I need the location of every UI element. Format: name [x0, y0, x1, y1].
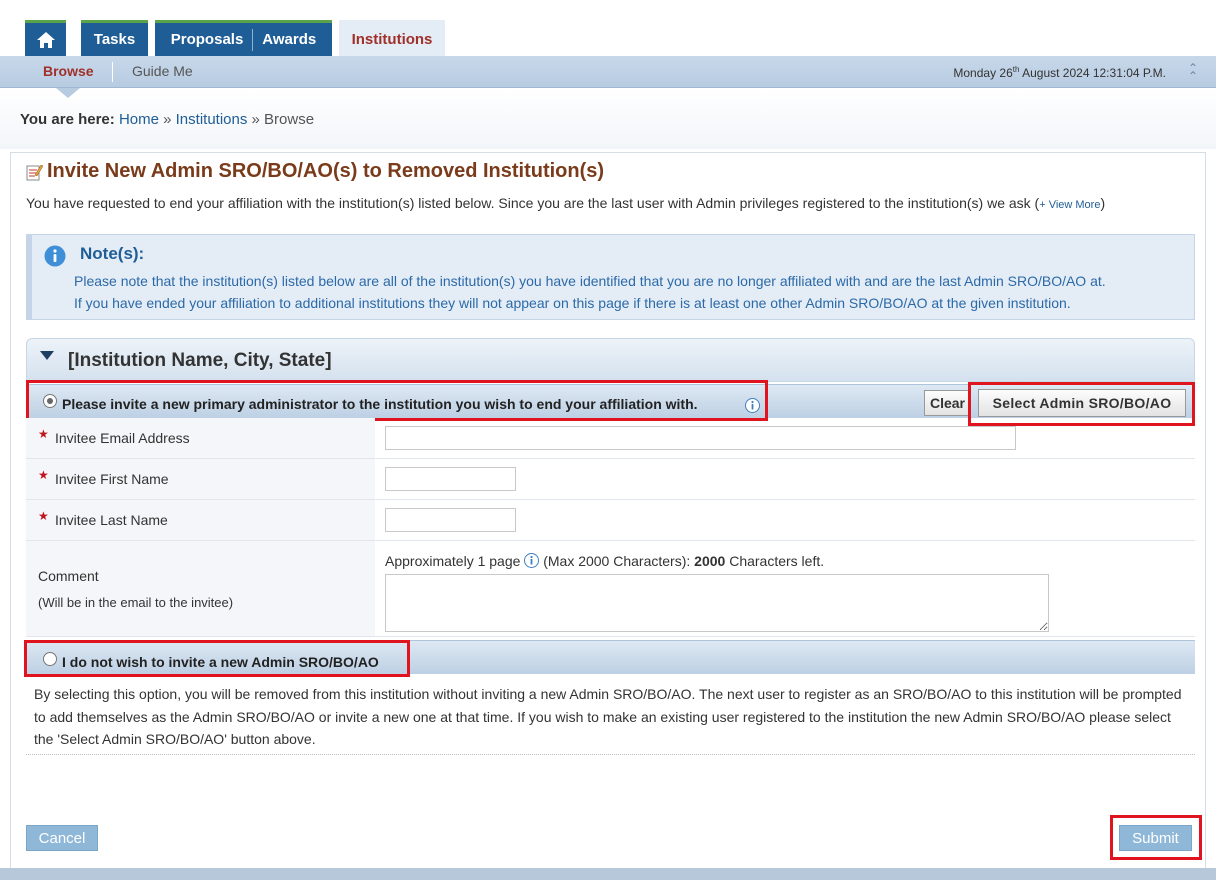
page-title: Invite New Admin SRO/BO/AO(s) to Removed…: [26, 160, 604, 183]
first-name-field[interactable]: [385, 467, 516, 491]
highlight-box: [1110, 815, 1202, 860]
tab-proposals[interactable]: Proposals: [171, 31, 244, 48]
required-star-icon: ★: [38, 468, 49, 482]
highlight-box: [24, 640, 410, 677]
tab-awards[interactable]: Awards: [262, 31, 316, 48]
page-footer-band: [0, 868, 1216, 880]
email-field[interactable]: [385, 426, 1016, 450]
cancel-button[interactable]: Cancel: [26, 825, 98, 851]
last-name-label: Invitee Last Name: [55, 512, 168, 528]
comment-sublabel: (Will be in the email to the invitee): [38, 595, 234, 610]
required-star-icon: ★: [38, 427, 49, 441]
page-title-text: Invite New Admin SRO/BO/AO(s) to Removed…: [47, 160, 605, 182]
note-line-1: Please note that the institution(s) list…: [74, 273, 1106, 289]
home-tab[interactable]: [25, 20, 66, 56]
view-more-link[interactable]: + View More: [1039, 199, 1100, 211]
breadcrumb-home[interactable]: Home: [119, 111, 159, 128]
info-icon[interactable]: [524, 553, 540, 568]
subtab-guide-me[interactable]: Guide Me: [132, 63, 193, 79]
edit-document-icon: [26, 164, 43, 180]
info-icon: [44, 245, 66, 267]
collapse-up-icon[interactable]: ⌃ ⌃: [1186, 62, 1200, 82]
comment-hint-max: (Max 2000 Characters):: [539, 553, 695, 569]
note-line-2: If you have ended your affiliation to ad…: [74, 295, 1071, 311]
tab-divider: [252, 28, 254, 51]
required-star-icon: ★: [38, 509, 49, 523]
tab-proposals-awards: Proposals Awards: [155, 20, 332, 56]
breadcrumb-separator: »: [163, 111, 172, 128]
comment-hint-prefix: Approximately 1 page: [385, 553, 525, 569]
breadcrumb-prefix: You are here:: [20, 111, 115, 128]
intro-close: ): [1100, 195, 1106, 211]
clear-button[interactable]: Clear: [924, 390, 971, 416]
breadcrumb-browse: Browse: [264, 111, 315, 128]
current-datetime: Monday 26th August 2024 12:31:04 P.M.: [953, 65, 1166, 80]
label-cell: [26, 541, 375, 636]
institution-title: [Institution Name, City, State]: [68, 350, 332, 371]
breadcrumb-separator: »: [251, 111, 260, 128]
subtab-divider: [112, 62, 113, 82]
top-nav: Tasks Proposals Awards Institutions: [0, 0, 1216, 56]
first-name-label: Invitee First Name: [55, 471, 169, 487]
email-label: Invitee Email Address: [55, 430, 190, 446]
breadcrumb: You are here: Home » Institutions » Brow…: [20, 111, 314, 128]
first-name-row: [26, 459, 1195, 500]
tab-tasks-label: Tasks: [93, 31, 136, 48]
highlight-box: [26, 380, 768, 421]
comment-hint: Approximately 1 page (Max 2000 Character…: [385, 553, 824, 569]
comment-textarea[interactable]: [385, 574, 1049, 632]
note-title: Note(s):: [80, 244, 145, 263]
no-invite-description: By selecting this option, you will be re…: [34, 686, 1182, 747]
subtab-browse[interactable]: Browse: [43, 63, 94, 79]
chars-left-suffix: Characters left.: [725, 553, 825, 569]
intro-text: You have requested to end your affiliati…: [26, 195, 1105, 211]
home-icon: [36, 31, 55, 48]
datetime-rest: August 2024 12:31:04 P.M.: [1019, 66, 1166, 80]
datetime-day: Monday 26: [953, 66, 1013, 80]
divider: [26, 754, 1195, 755]
intro-body: You have requested to end your affiliati…: [26, 195, 1040, 211]
comment-label: Comment: [38, 568, 99, 584]
active-subtab-pointer: [56, 88, 80, 98]
tab-institutions-label: Institutions: [351, 31, 433, 48]
chars-left-count: 2000: [694, 553, 726, 569]
last-name-field[interactable]: [385, 508, 516, 532]
breadcrumb-institutions[interactable]: Institutions: [176, 111, 248, 128]
tab-tasks[interactable]: Tasks: [81, 20, 148, 56]
last-name-row: [26, 500, 1195, 541]
collapse-triangle-icon[interactable]: [40, 351, 54, 360]
sub-nav: Browse Guide Me Monday 26th August 2024 …: [0, 56, 1216, 88]
tab-institutions[interactable]: Institutions: [339, 20, 445, 56]
